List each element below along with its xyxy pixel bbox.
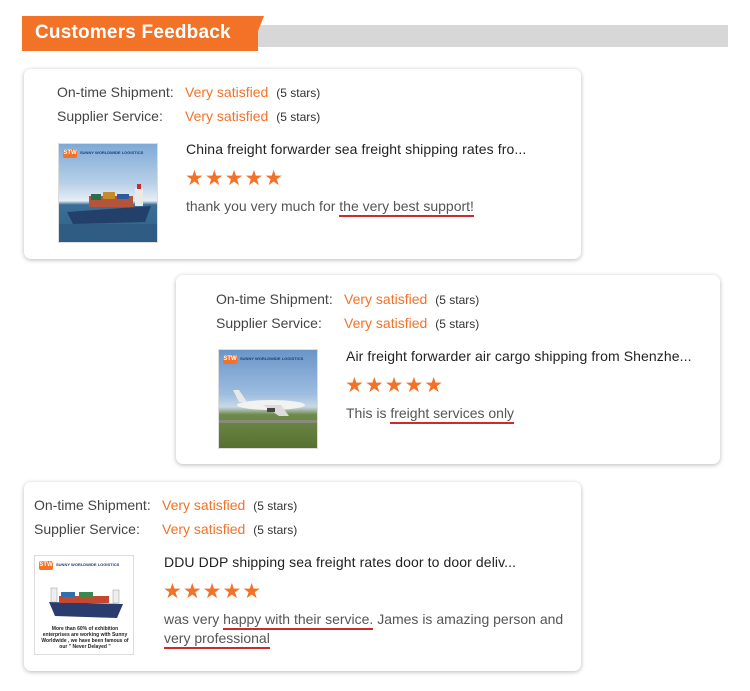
comment-text: James is amazing person and — [373, 611, 564, 627]
review-card: On-time Shipment: Very satisfied (5 stars)… — [24, 482, 581, 671]
product-thumbnail[interactable]: STW SUNNY WORLDWIDE LOGISTICS — [218, 349, 318, 449]
ontime-shipment-row: On-time Shipment: Very satisfied (5 stars) — [34, 497, 297, 513]
review-card: On-time Shipment: Very satisfied (5 stars)… — [176, 275, 720, 464]
supplier-service-count: (5 stars) — [435, 317, 480, 331]
comment-highlight: happy with their service. — [223, 611, 374, 630]
supplier-service-label: Supplier Service: — [34, 521, 140, 537]
supplier-service-count: (5 stars) — [276, 110, 321, 124]
supplier-service-label: Supplier Service: — [57, 108, 163, 124]
supplier-service-row: Supplier Service: Very satisfied (5 stars) — [57, 108, 320, 124]
comment-text: thank you very much for — [186, 198, 340, 214]
star-rating: ★★★★★ — [345, 374, 445, 397]
comment-text: This is — [346, 405, 391, 421]
supplier-service-row: Supplier Service: Very satisfied (5 stars) — [216, 315, 479, 331]
product-title-link[interactable]: Air freight forwarder air cargo shipping… — [346, 348, 692, 364]
star-rating: ★★★★★ — [163, 580, 263, 603]
review-card: On-time Shipment: Very satisfied (5 stars)… — [24, 69, 581, 259]
star-rating: ★★★★★ — [185, 167, 285, 190]
comment-highlight: freight services only — [390, 405, 515, 424]
product-thumbnail[interactable]: STW SUNNY WORLDWIDE LOGISTICS — [58, 143, 158, 243]
ontime-shipment-value: Very satisfied — [162, 497, 246, 513]
supplier-service-label: Supplier Service: — [216, 315, 322, 331]
supplier-service-value: Very satisfied — [185, 108, 269, 124]
supplier-service-value: Very satisfied — [162, 521, 246, 537]
supplier-service-row: Supplier Service: Very satisfied (5 stars) — [34, 521, 297, 537]
section-title: Customers Feedback — [35, 22, 231, 43]
ship-icon — [59, 184, 157, 242]
ontime-shipment-label: On-time Shipment: — [57, 84, 174, 100]
ontime-shipment-row: On-time Shipment: Very satisfied (5 stars) — [57, 84, 320, 100]
ontime-shipment-value: Very satisfied — [185, 84, 269, 100]
product-title-link[interactable]: China freight forwarder sea freight ship… — [186, 141, 526, 157]
product-title-link[interactable]: DDU DDP shipping sea freight rates door … — [164, 554, 516, 570]
ontime-shipment-count: (5 stars) — [253, 499, 298, 513]
ontime-shipment-count: (5 stars) — [435, 293, 480, 307]
airplane-icon — [219, 390, 317, 423]
review-comment: thank you very much for the very best su… — [186, 197, 566, 217]
ontime-shipment-row: On-time Shipment: Very satisfied (5 stars) — [216, 291, 479, 307]
ontime-shipment-count: (5 stars) — [276, 86, 321, 100]
supplier-service-value: Very satisfied — [344, 315, 428, 331]
ontime-shipment-value: Very satisfied — [344, 291, 428, 307]
review-comment: was very happy with their service. James… — [164, 610, 574, 649]
review-comment: This is freight services only — [346, 404, 706, 424]
supplier-service-count: (5 stars) — [253, 523, 298, 537]
thumbnail-caption: More than 60% of exhibition enterprises … — [41, 626, 129, 650]
comment-text: was very — [164, 611, 224, 627]
ontime-shipment-label: On-time Shipment: — [216, 291, 333, 307]
comment-highlight: the very best support! — [339, 198, 474, 217]
comment-highlight: very professional — [164, 630, 270, 649]
ontime-shipment-label: On-time Shipment: — [34, 497, 151, 513]
product-thumbnail[interactable]: STW SUNNY WORLDWIDE LOGISTICS More than 6… — [34, 555, 134, 655]
